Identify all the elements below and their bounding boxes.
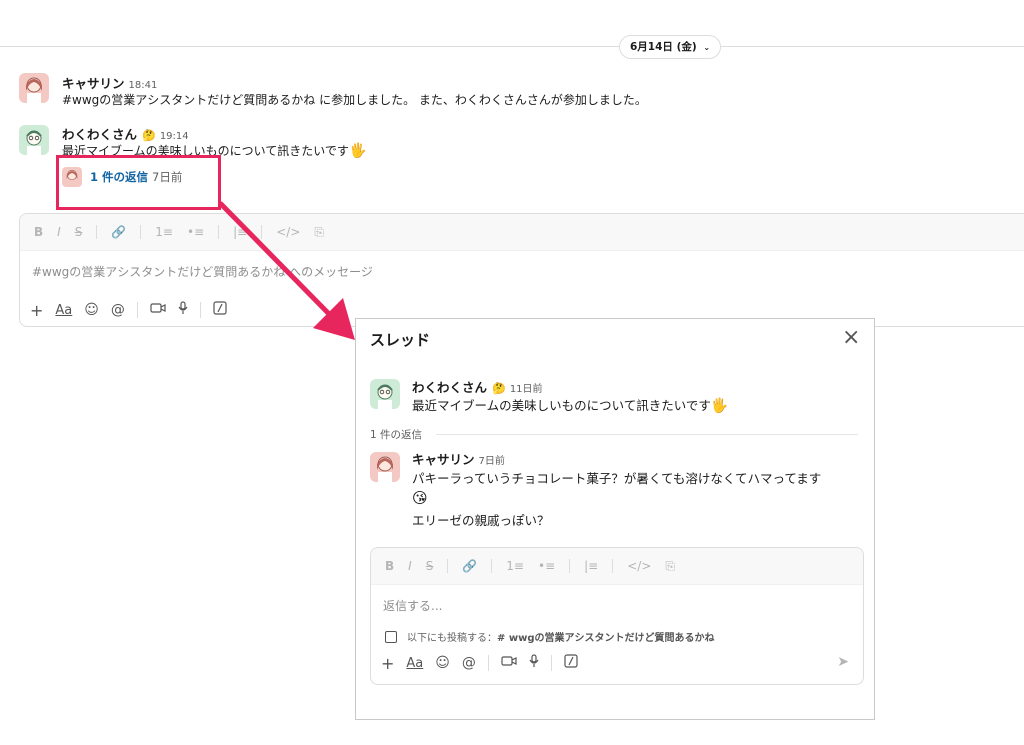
author-name[interactable]: キャサリン <box>412 452 475 467</box>
also-post-prefix: 以下にも投稿する： <box>407 633 497 644</box>
ordered-list-icon[interactable]: 1≡ <box>155 225 173 239</box>
video-icon[interactable] <box>501 655 517 671</box>
author-name[interactable]: わくわくさん <box>62 127 137 142</box>
reply-text-line-2: エリーゼの親戚っぽい？ <box>412 513 550 528</box>
avatar[interactable] <box>370 379 400 409</box>
raised-hand-emoji: 🖐 <box>348 143 367 159</box>
mic-icon[interactable] <box>529 654 539 672</box>
composer-toolbar: + Aa ☺ @ ➤ <box>371 648 863 678</box>
author-name[interactable]: キャサリン <box>62 76 125 91</box>
avatar[interactable] <box>19 73 49 103</box>
annotation-arrow <box>218 201 355 340</box>
date-divider-button[interactable]: 6月14日 (金) ⌄ <box>619 35 722 59</box>
divider <box>199 302 201 318</box>
link-icon[interactable]: 🔗 <box>111 225 126 239</box>
divider <box>447 559 449 573</box>
video-icon[interactable] <box>150 302 166 318</box>
also-post-checkbox[interactable] <box>385 630 397 643</box>
also-post-channel: # wwgの営業アシスタントだけど質問あるかね <box>497 633 715 644</box>
message-text: 最近マイブームの美味しいものについて訊きたいです <box>412 398 711 413</box>
bold-icon[interactable]: B <box>385 559 394 573</box>
message-time[interactable]: 11日前 <box>510 384 543 395</box>
message-header: キャサリン 7日前 <box>412 449 505 468</box>
close-icon[interactable]: × <box>842 327 860 349</box>
date-label: 6月14日 (金) <box>630 41 697 53</box>
reply-text-line-1: パキーラっていうチョコレート菓子？が暑くても溶けなくてハマってます <box>412 471 822 486</box>
code-block-icon[interactable]: ⎘ <box>665 559 675 574</box>
emoji-icon[interactable]: ☺ <box>84 302 99 318</box>
divider <box>487 655 489 671</box>
message-header: わくわくさん 🤔 19:14 <box>62 124 189 143</box>
strikethrough-icon[interactable]: S <box>75 225 83 239</box>
ordered-list-icon[interactable]: 1≡ <box>506 559 524 573</box>
mention-icon[interactable]: @ <box>111 302 125 318</box>
status-emoji[interactable]: 🤔 <box>142 129 156 142</box>
italic-icon[interactable]: I <box>408 559 412 573</box>
divider <box>491 559 493 573</box>
formatting-toolbar: B I S 🔗 1≡ •≡ |≡ </> ⎘ <box>371 548 863 585</box>
send-icon[interactable]: ➤ <box>837 654 849 670</box>
message-text-row: 最近マイブームの美味しいものについて訊きたいです🖐 <box>412 397 728 415</box>
message-header: キャサリン 18:41 <box>62 73 157 92</box>
divider <box>612 559 614 573</box>
avatar[interactable] <box>19 125 49 155</box>
mic-icon[interactable] <box>178 301 188 319</box>
plus-icon[interactable]: + <box>30 301 43 320</box>
formatting-toolbar: B I S 🔗 1≡ •≡ |≡ </> ⎘ <box>20 214 1024 251</box>
blockquote-icon[interactable]: |≡ <box>584 559 598 573</box>
message-time[interactable]: 19:14 <box>160 131 189 142</box>
thread-title: スレッド <box>370 331 431 349</box>
divider <box>436 434 858 435</box>
reply-count-divider: 1 件の返信 <box>370 429 423 441</box>
divider <box>136 302 138 318</box>
plus-icon[interactable]: + <box>381 654 394 673</box>
kiss-emoji: 😘 <box>412 489 428 507</box>
bulleted-list-icon[interactable]: •≡ <box>187 225 204 239</box>
message-time[interactable]: 18:41 <box>129 80 158 91</box>
italic-icon[interactable]: I <box>57 225 61 239</box>
slash-icon[interactable] <box>564 654 578 672</box>
reply-composer[interactable]: B I S 🔗 1≡ •≡ |≡ </> ⎘ 返信する... 以下にも投稿する：… <box>370 547 864 685</box>
message-time[interactable]: 7日前 <box>479 456 505 467</box>
emoji-icon[interactable]: ☺ <box>435 655 450 671</box>
highlight-box <box>56 155 221 210</box>
code-icon[interactable]: </> <box>627 559 651 573</box>
mention-icon[interactable]: @ <box>462 655 476 671</box>
also-post-row: 以下にも投稿する：# wwgの営業アシスタントだけど質問あるかね <box>371 629 863 644</box>
format-toggle-icon[interactable]: Aa <box>55 303 72 318</box>
message-text: #wwgの営業アシスタントだけど質問あるかね に参加しました。 また、わくわくさ… <box>62 93 647 107</box>
divider <box>569 559 571 573</box>
message-input[interactable]: #wwgの営業アシスタントだけど質問あるかね へのメッセージ <box>20 251 1024 287</box>
message-header: わくわくさん 🤔 11日前 <box>412 377 543 396</box>
divider <box>96 225 98 239</box>
avatar[interactable] <box>370 452 400 482</box>
also-post-label: 以下にも投稿する：# wwgの営業アシスタントだけど質問あるかね <box>407 629 715 644</box>
divider <box>140 225 142 239</box>
divider <box>550 655 552 671</box>
strikethrough-icon[interactable]: S <box>426 559 434 573</box>
status-emoji[interactable]: 🤔 <box>492 382 506 395</box>
date-divider-line <box>0 46 1024 47</box>
raised-hand-emoji: 🖐 <box>710 398 729 414</box>
reply-input[interactable]: 返信する... <box>371 585 863 619</box>
bulleted-list-icon[interactable]: •≡ <box>538 559 555 573</box>
link-icon[interactable]: 🔗 <box>462 559 477 573</box>
format-toggle-icon[interactable]: Aa <box>406 656 423 671</box>
author-name[interactable]: わくわくさん <box>412 380 487 395</box>
thread-panel: スレッド × わくわくさん 🤔 11日前 最近マイブームの美味しいものについて訊き… <box>355 318 875 720</box>
message-composer[interactable]: B I S 🔗 1≡ •≡ |≡ </> ⎘ #wwgの営業アシスタントだけど質… <box>19 213 1024 327</box>
bold-icon[interactable]: B <box>34 225 43 239</box>
chevron-down-icon: ⌄ <box>703 43 711 52</box>
